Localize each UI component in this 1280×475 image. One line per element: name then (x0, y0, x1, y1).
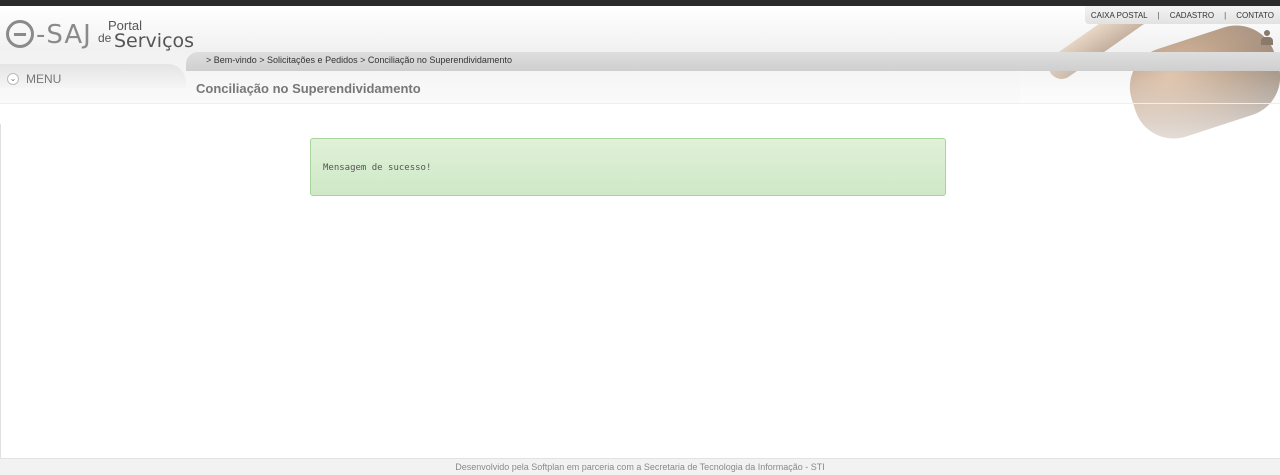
logo-saj-text: -SAJ (36, 20, 92, 50)
breadcrumb-bem-vindo[interactable]: > Bem-vindo (206, 55, 257, 65)
footer: Desenvolvido pela Softplan em parceria c… (0, 458, 1280, 475)
cadastro-link[interactable]: CADASTRO (1170, 11, 1214, 20)
logo-de-text: de (98, 31, 112, 45)
breadcrumb-solicitacoes[interactable]: > Solicitações e Pedidos (257, 55, 357, 65)
caixa-postal-link[interactable]: CAIXA POSTAL (1091, 11, 1148, 20)
content-border (0, 124, 1, 458)
logo-e-icon (6, 20, 34, 48)
user-icon[interactable] (1260, 30, 1274, 46)
divider (0, 103, 1280, 104)
logo-servicos-text: Serviços (114, 30, 195, 52)
contato-link[interactable]: CONTATO (1236, 11, 1274, 20)
page-title: Conciliação no Superendividamento (196, 81, 421, 96)
chevron-down-icon[interactable]: ⌄ (7, 73, 19, 85)
link-separator: | (1157, 10, 1160, 20)
top-links: CAIXA POSTAL | CADASTRO | CONTATO (1084, 6, 1280, 24)
breadcrumb: > Bem-vindo > Solicitações e Pedidos > C… (206, 55, 512, 65)
success-alert: Mensagem de sucesso! (310, 138, 946, 196)
link-separator: | (1224, 10, 1227, 20)
menu-label[interactable]: MENU (26, 72, 61, 86)
success-message: Mensagem de sucesso! (323, 163, 432, 173)
breadcrumb-current: > Conciliação no Superendividamento (357, 55, 512, 65)
